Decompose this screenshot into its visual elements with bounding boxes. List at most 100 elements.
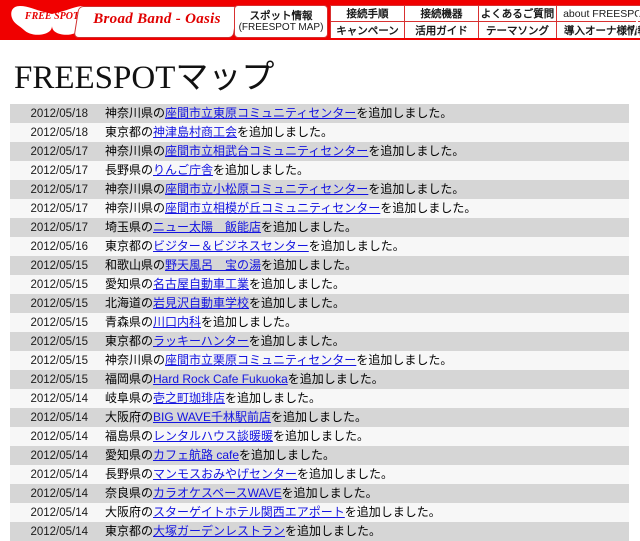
table-row: 2012/05/14 岐阜県の壱之町珈琲店を追加しました。 (10, 389, 629, 408)
row-suffix: を追加しました。 (237, 125, 334, 139)
row-date: 2012/05/17 (30, 221, 88, 234)
row-date: 2012/05/15 (30, 354, 88, 367)
spot-link[interactable]: 川口内科 (153, 315, 201, 329)
nav-item-theme-song[interactable]: テーマソング (479, 22, 557, 38)
row-prefecture: 東京都の (105, 334, 154, 348)
row-text: 大阪府のスターゲイトホテル関西エアポートを追加しました。 (96, 503, 629, 522)
row-text: 東京都のビジター＆ビジネスセンターを追加しました。 (96, 237, 629, 256)
nav-item-devices[interactable]: 接続機器 (405, 6, 479, 22)
row-date: 2012/05/14 (30, 506, 88, 519)
nav-button-grid: 接続手順 接続機器 よくあるご質問 about FREESPOT キャンペーン … (330, 5, 640, 38)
nav-spot-info-line2: (FREESPOT MAP) (238, 21, 324, 33)
row-text: 東京都の神津島村商工会を追加しました。 (96, 123, 629, 142)
spot-link[interactable]: 大塚ガーデンレストラン (153, 524, 285, 538)
row-text: 神奈川県の座間市立小松原コミュニティセンターを追加しました。 (96, 180, 629, 199)
table-row: 2012/05/14 東京都の大塚ガーデンレストランを追加しました。 (10, 522, 629, 541)
row-prefecture: 東京都の (105, 524, 154, 538)
spot-link[interactable]: スターゲイトホテル関西エアポート (153, 505, 345, 519)
row-suffix: を追加しました。 (261, 258, 358, 272)
row-suffix: を追加しました。 (213, 163, 310, 177)
row-date: 2012/05/14 (30, 392, 88, 405)
row-date: 2012/05/15 (30, 335, 88, 348)
spot-link[interactable]: 座間市立相模が丘コミュニティセンター (165, 201, 380, 215)
table-row: 2012/05/14 福島県のレンタルハウス談暖暖を追加しました。 (10, 427, 629, 446)
row-date: 2012/05/14 (30, 411, 88, 424)
spot-link[interactable]: BIG WAVE千林駅前店 (153, 410, 271, 424)
row-text: 奈良県のカラオケスペースWAVEを追加しました。 (96, 484, 629, 503)
spot-link[interactable]: 座間市立相武台コミュニティセンター (165, 144, 368, 158)
row-suffix: を追加しました。 (368, 182, 465, 196)
spot-link[interactable]: 岩見沢自動車学校 (153, 296, 249, 310)
row-date: 2012/05/18 (30, 126, 88, 139)
site-header: FREE SPOT Broad Band - Oasis スポット情報 (FRE… (0, 0, 640, 40)
spot-link[interactable]: レンタルハウス談暖暖 (153, 429, 273, 443)
row-suffix: を追加しました。 (249, 296, 346, 310)
table-row: 2012/05/17 埼玉県のニュー太陽 飯能店を追加しました。 (10, 218, 629, 237)
table-row: 2012/05/17 神奈川県の座間市立相模が丘コミュニティセンターを追加しました… (10, 199, 629, 218)
row-text: 大阪府のBIG WAVE千林駅前店を追加しました。 (96, 408, 629, 427)
table-row: 2012/05/14 長野県のマンモスおみやげセンターを追加しました。 (10, 465, 629, 484)
row-text: 神奈川県の座間市立相模が丘コミュニティセンターを追加しました。 (96, 199, 629, 218)
row-date: 2012/05/15 (30, 373, 88, 386)
row-suffix: を追加しました。 (356, 106, 453, 120)
row-prefecture: 大阪府の (105, 410, 154, 424)
nav-spot-info-button[interactable]: スポット情報 (FREESPOT MAP) (234, 5, 328, 38)
row-text: 埼玉県のニュー太陽 飯能店を追加しました。 (96, 218, 629, 237)
nav-item-campaign[interactable]: キャンペーン (331, 22, 405, 38)
spot-link[interactable]: ニュー太陽 飯能店 (153, 220, 261, 234)
row-suffix: を追加しました。 (368, 144, 465, 158)
table-row: 2012/05/18 東京都の神津島村商工会を追加しました。 (10, 123, 629, 142)
header-nav: スポット情報 (FREESPOT MAP) 接続手順 接続機器 よくあるご質問 … (234, 5, 640, 38)
row-text: 青森県の川口内科を追加しました。 (96, 313, 629, 332)
row-prefecture: 青森県の (105, 315, 154, 329)
spot-link[interactable]: 壱之町珈琲店 (153, 391, 225, 405)
row-prefecture: 愛知県の (105, 448, 154, 462)
nav-item-faq[interactable]: よくあるご質問 (479, 6, 557, 22)
spot-link[interactable]: マンモスおみやげセンター (153, 467, 297, 481)
row-date: 2012/05/17 (30, 202, 88, 215)
spot-link[interactable]: 座間市立栗原コミュニティセンター (165, 353, 356, 367)
row-suffix: を追加しました。 (271, 410, 368, 424)
row-date: 2012/05/17 (30, 183, 88, 196)
row-text: 神奈川県の座間市立栗原コミュニティセンターを追加しました。 (96, 351, 629, 370)
row-text: 岐阜県の壱之町珈琲店を追加しました。 (96, 389, 629, 408)
row-date: 2012/05/18 (30, 107, 88, 120)
nav-item-connection-steps[interactable]: 接続手順 (331, 6, 405, 22)
table-row: 2012/05/14 奈良県のカラオケスペースWAVEを追加しました。 (10, 484, 629, 503)
table-row: 2012/05/17 神奈川県の座間市立相武台コミュニティセンターを追加しました。 (10, 142, 629, 161)
nav-item-usage-guide[interactable]: 活用ガイド (405, 22, 479, 38)
table-row: 2012/05/17 神奈川県の座間市立小松原コミュニティセンターを追加しました。 (10, 180, 629, 199)
table-row: 2012/05/16 東京都のビジター＆ビジネスセンターを追加しました。 (10, 237, 629, 256)
row-date: 2012/05/14 (30, 525, 88, 538)
row-text: 愛知県のカフェ航路 cafeを追加しました。 (96, 446, 629, 465)
row-suffix: を追加しました。 (297, 467, 394, 481)
spot-link[interactable]: カラオケスペースWAVE (153, 486, 282, 500)
row-suffix: を追加しました。 (285, 524, 382, 538)
row-suffix: を追加しました。 (281, 486, 378, 500)
table-row: 2012/05/15 和歌山県の野天風呂 宝の湯を追加しました。 (10, 256, 629, 275)
spot-link[interactable]: ラッキーハンター (153, 334, 249, 348)
row-prefecture: 長野県の (105, 163, 154, 177)
row-prefecture: 東京都の (105, 239, 154, 253)
spot-link[interactable]: ビジター＆ビジネスセンター (153, 239, 309, 253)
row-prefecture: 神奈川県の (105, 201, 166, 215)
spot-link[interactable]: 野天風呂 宝の湯 (165, 258, 261, 272)
row-prefecture: 埼玉県の (105, 220, 154, 234)
row-suffix: を追加しました。 (273, 429, 370, 443)
table-row: 2012/05/14 愛知県のカフェ航路 cafeを追加しました。 (10, 446, 629, 465)
row-suffix: を追加しました。 (249, 277, 346, 291)
spot-link[interactable]: りんご庁舎 (153, 163, 213, 177)
spot-link[interactable]: Hard Rock Cafe Fukuoka (153, 372, 288, 386)
row-date: 2012/05/15 (30, 259, 88, 272)
nav-spot-info-line1: スポット情報 (249, 9, 313, 22)
row-date: 2012/05/14 (30, 430, 88, 443)
spot-link[interactable]: 座間市立東原コミュニティセンター (165, 106, 356, 120)
row-date: 2012/05/14 (30, 449, 88, 462)
row-text: 愛知県の名古屋自動車工業を追加しました。 (96, 275, 629, 294)
row-text: 神奈川県の座間市立東原コミュニティセンターを追加しました。 (96, 104, 629, 123)
spot-link[interactable]: 名古屋自動車工業 (153, 277, 249, 291)
spot-link[interactable]: 神津島村商工会 (153, 125, 237, 139)
spot-link[interactable]: 座間市立小松原コミュニティセンター (165, 182, 368, 196)
row-date: 2012/05/17 (30, 164, 88, 177)
spot-link[interactable]: カフェ航路 cafe (153, 448, 239, 462)
